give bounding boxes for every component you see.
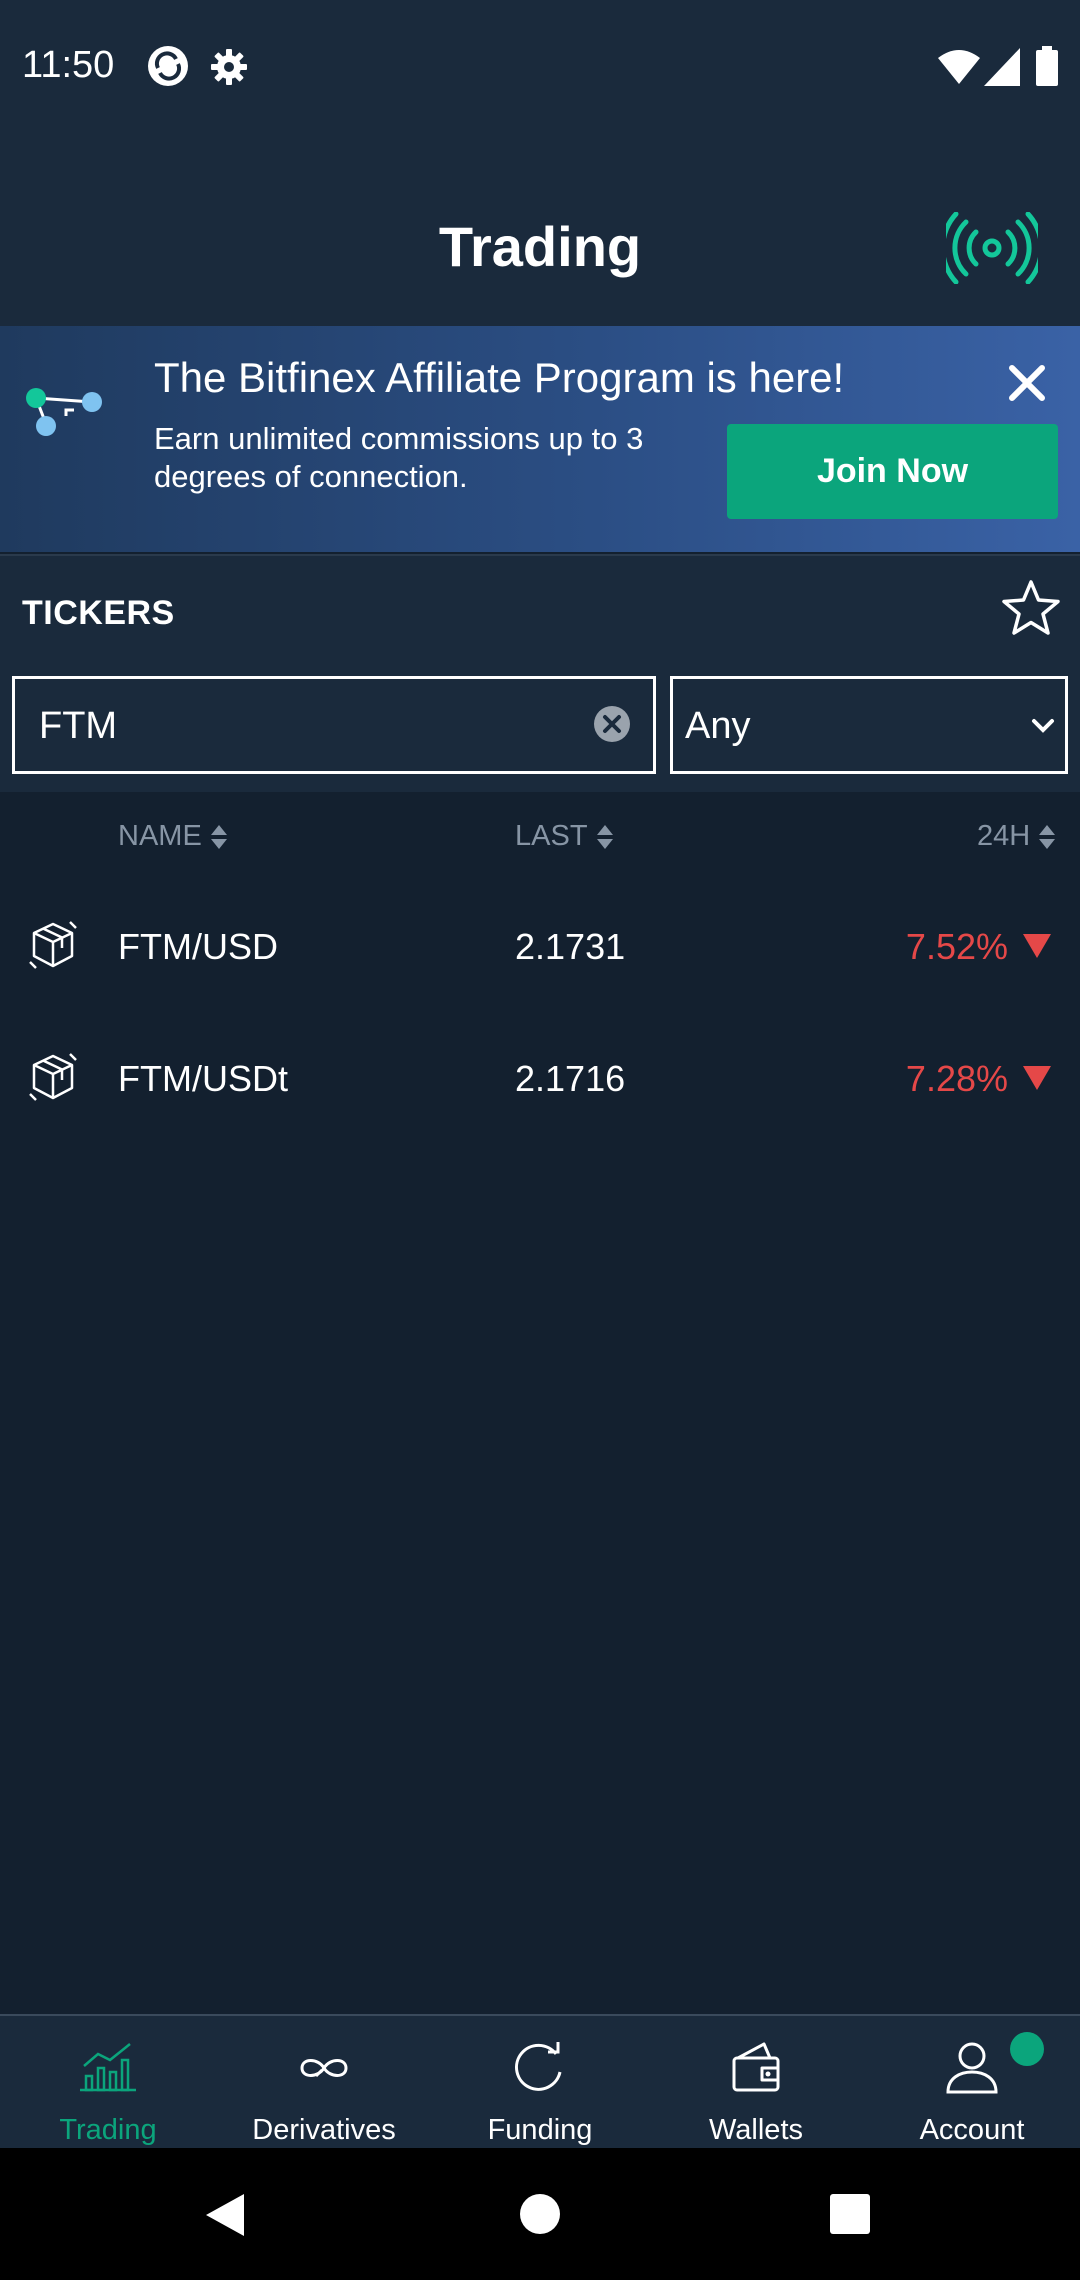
recent-apps-icon[interactable] [828,2192,872,2236]
cube-icon [29,921,77,969]
ticker-row[interactable]: FTM/USD 2.1731 7.52% [0,882,1080,1014]
home-icon[interactable] [518,2192,562,2236]
notification-badge [1010,2032,1044,2066]
ticker-row[interactable]: FTM/USDt 2.1716 7.28% [0,1014,1080,1146]
affiliate-banner: The Bitfinex Affiliate Program is here! … [0,326,1080,552]
tab-label: Derivatives [252,2114,396,2146]
column-header-name-label: NAME [118,820,202,852]
ticker-change: 7.28% [905,1058,1008,1099]
join-now-button[interactable]: Join Now [727,424,1058,519]
tab-derivatives[interactable]: Derivatives [216,2016,432,2150]
user-icon [946,2042,998,2094]
ticker-pair: FTM/USDt [118,1058,288,1099]
search-row: Any [0,666,1080,792]
close-icon[interactable] [1004,360,1050,406]
section-title: TICKERS [22,594,175,632]
ticker-pair: FTM/USD [118,926,278,967]
broadcast-icon[interactable] [946,212,1038,284]
back-icon[interactable] [200,2190,250,2240]
tickers-header: TICKERS [0,554,1080,668]
search-box[interactable] [12,676,656,774]
ticker-last-price: 2.1731 [515,926,626,967]
cube-icon [29,1053,77,1101]
sort-icon [210,824,227,849]
wallet-icon [732,2042,780,2092]
tab-label: Funding [487,2114,593,2146]
ticker-last-price: 2.1716 [515,1058,626,1099]
status-time: 11:50 [22,44,115,86]
column-header-change[interactable]: 24H [977,820,1056,853]
column-header-name[interactable]: NAME [118,820,228,853]
down-triangle-icon [1023,934,1051,958]
star-icon[interactable] [1000,578,1062,638]
system-nav-bar [0,2148,1080,2280]
refresh-icon [515,2042,562,2091]
ticker-change: 7.52% [905,926,1008,967]
network-icon [26,388,102,436]
battery-icon [1036,46,1058,86]
tab-trading[interactable]: Trading [0,2016,216,2150]
chart-icon [80,2043,136,2092]
column-header-last[interactable]: LAST [515,820,614,853]
wifi-icon [938,50,980,84]
filter-select[interactable]: Any [670,676,1068,774]
app-header: Trading [0,136,1080,326]
bottom-tab-bar: Trading Derivatives Funding Wallets Acco… [0,2014,1080,2150]
tab-account[interactable]: Account [864,2016,1080,2150]
tab-label: Wallets [709,2114,803,2146]
chevron-down-icon [1032,719,1054,733]
sort-icon [1039,824,1056,849]
clear-icon[interactable] [593,705,631,743]
gear-icon [211,49,247,85]
down-triangle-icon [1023,1066,1051,1090]
column-header-change-label: 24H [977,820,1031,852]
column-header-last-label: LAST [515,820,588,852]
tab-wallets[interactable]: Wallets [648,2016,864,2150]
filter-select-value: Any [685,705,751,747]
sync-icon [148,46,188,86]
search-input[interactable] [37,679,581,773]
banner-subtitle: Earn unlimited commissions up to 3 degre… [154,421,644,494]
tab-label: Account [919,2114,1025,2146]
tab-funding[interactable]: Funding [432,2016,648,2150]
infinity-icon [300,2059,348,2078]
tab-label: Trading [59,2114,157,2146]
status-bar: 11:50 [0,0,1080,136]
sort-icon [596,824,613,849]
banner-title: The Bitfinex Affiliate Program is here! [154,354,845,401]
page-title: Trading [438,215,642,278]
signal-icon [984,48,1020,86]
